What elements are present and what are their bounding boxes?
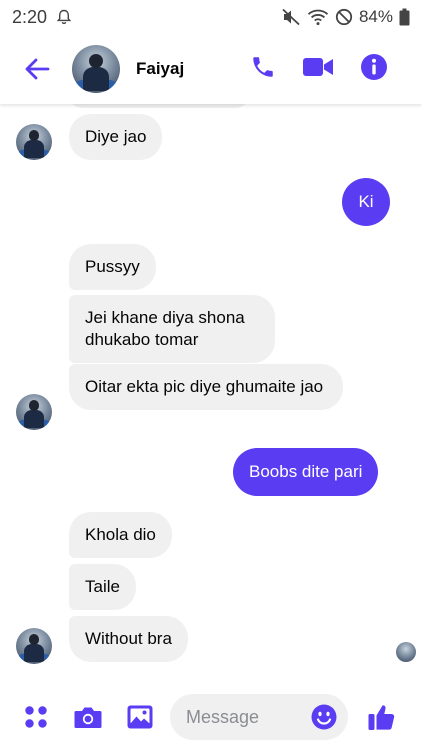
status-icons: 84% bbox=[281, 7, 410, 27]
message-composer bbox=[0, 684, 422, 750]
message-field[interactable] bbox=[170, 694, 348, 740]
dnd-icon bbox=[335, 8, 353, 26]
sender-avatar[interactable] bbox=[16, 394, 52, 430]
wifi-icon bbox=[307, 8, 329, 26]
phone-icon[interactable] bbox=[250, 54, 276, 85]
seen-indicator-avatar bbox=[396, 642, 416, 662]
mute-icon bbox=[281, 8, 301, 26]
incoming-message[interactable]: Taile bbox=[69, 564, 136, 610]
info-icon[interactable] bbox=[360, 53, 388, 86]
incoming-message[interactable]: Jei khane diya shona dhukabo tomar bbox=[69, 295, 275, 363]
incoming-message[interactable]: Oitar ekta pic diye ghumaite jao bbox=[69, 364, 343, 410]
outgoing-message[interactable]: Ki bbox=[342, 178, 390, 226]
camera-icon[interactable] bbox=[70, 699, 106, 735]
back-arrow-icon[interactable] bbox=[22, 54, 52, 84]
incoming-message[interactable]: Khola dio bbox=[69, 512, 172, 558]
bell-icon bbox=[56, 9, 72, 25]
incoming-message[interactable]: Diye jao bbox=[69, 114, 163, 160]
sender-avatar[interactable] bbox=[16, 124, 52, 160]
status-bar: 2:20 84% bbox=[0, 0, 422, 34]
sender-avatar[interactable] bbox=[16, 628, 52, 664]
message-input[interactable] bbox=[186, 706, 306, 728]
gallery-icon[interactable] bbox=[122, 699, 158, 735]
status-time: 2:20 bbox=[12, 6, 48, 27]
contact-avatar[interactable] bbox=[72, 45, 120, 93]
thumbs-up-icon[interactable] bbox=[364, 699, 400, 735]
incoming-message[interactable]: Pussyy bbox=[69, 244, 156, 290]
conversation-header: Faiyaj bbox=[0, 34, 422, 104]
contact-name[interactable]: Faiyaj bbox=[136, 59, 184, 79]
battery-percent: 84% bbox=[358, 7, 393, 26]
battery-icon bbox=[399, 8, 410, 26]
emoji-icon[interactable] bbox=[310, 703, 338, 731]
apps-grid-icon[interactable] bbox=[18, 699, 54, 735]
header-actions bbox=[250, 53, 388, 86]
message-list[interactable]: Diye jao Ki Pussyy Jei khane diya shona … bbox=[0, 82, 422, 684]
incoming-message[interactable]: Without bra bbox=[69, 616, 188, 662]
video-camera-icon[interactable] bbox=[302, 55, 334, 84]
outgoing-message[interactable]: Boobs dite pari bbox=[233, 448, 379, 496]
